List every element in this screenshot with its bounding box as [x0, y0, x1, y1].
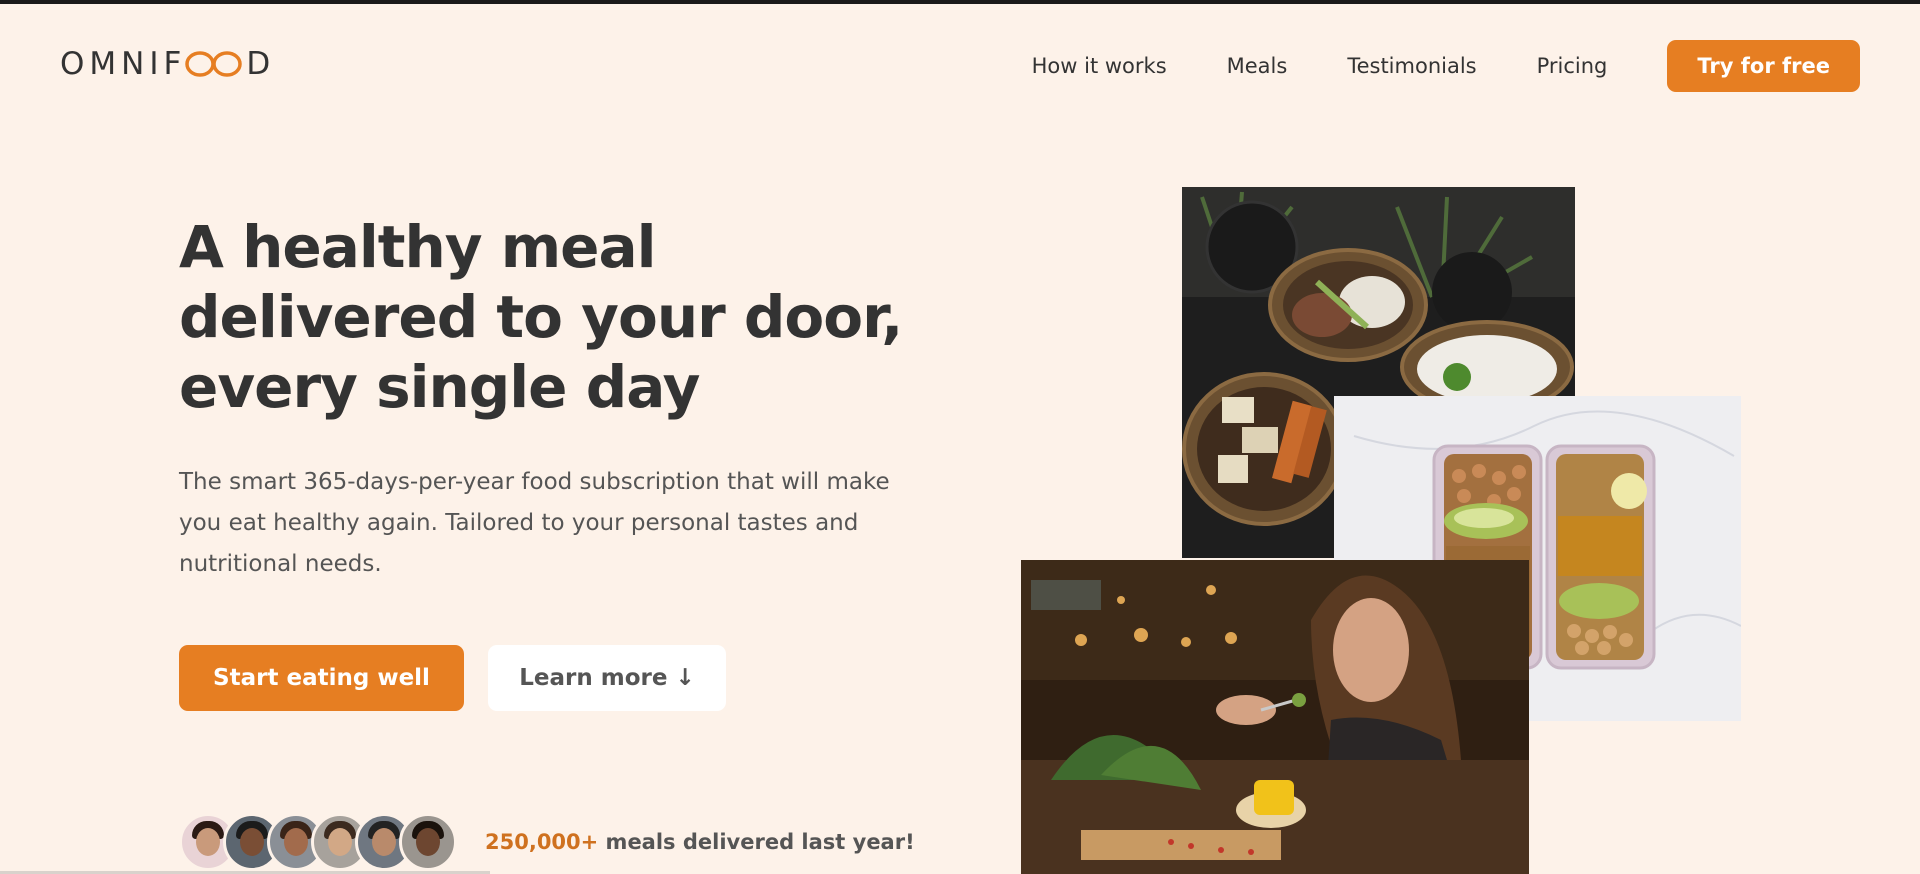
nav-link-testimonials[interactable]: Testimonials — [1347, 54, 1476, 78]
hero-title-line-1: A healthy meal — [179, 213, 657, 281]
top-border — [0, 0, 1920, 4]
nav-link-how-it-works[interactable]: How it works — [1032, 54, 1167, 78]
delivered-count: 250,000+ — [485, 830, 599, 854]
woman-eating-photo — [1021, 560, 1529, 874]
omnifood-logo[interactable]: OMNIF D — [60, 44, 275, 84]
nav-link-meals[interactable]: Meals — [1227, 54, 1288, 78]
hero-description: The smart 365-days-per-year food subscri… — [179, 469, 890, 577]
infinity-logo-icon — [185, 51, 243, 77]
hero-title-line-3: every single day — [179, 353, 700, 421]
hero-title: A healthy meal delivered to your door, e… — [179, 212, 939, 422]
nav-link-pricing[interactable]: Pricing — [1537, 54, 1608, 78]
start-eating-well-button[interactable]: Start eating well — [179, 645, 464, 711]
logo-text-right: D — [246, 46, 276, 82]
customer-avatars — [179, 813, 457, 871]
delivered-label: meals delivered last year! — [598, 830, 915, 854]
logo-text-left: OMNIF — [60, 46, 187, 82]
avatar — [399, 813, 457, 871]
main-nav: How it works Meals Testimonials Pricing … — [972, 40, 1860, 92]
learn-more-button[interactable]: Learn more ↓ — [488, 645, 726, 711]
delivered-text: 250,000+ meals delivered last year! — [485, 830, 915, 854]
try-for-free-button[interactable]: Try for free — [1667, 40, 1860, 92]
hero-title-line-2: delivered to your door, — [179, 283, 903, 351]
delivered-meals: 250,000+ meals delivered last year! — [179, 813, 915, 871]
